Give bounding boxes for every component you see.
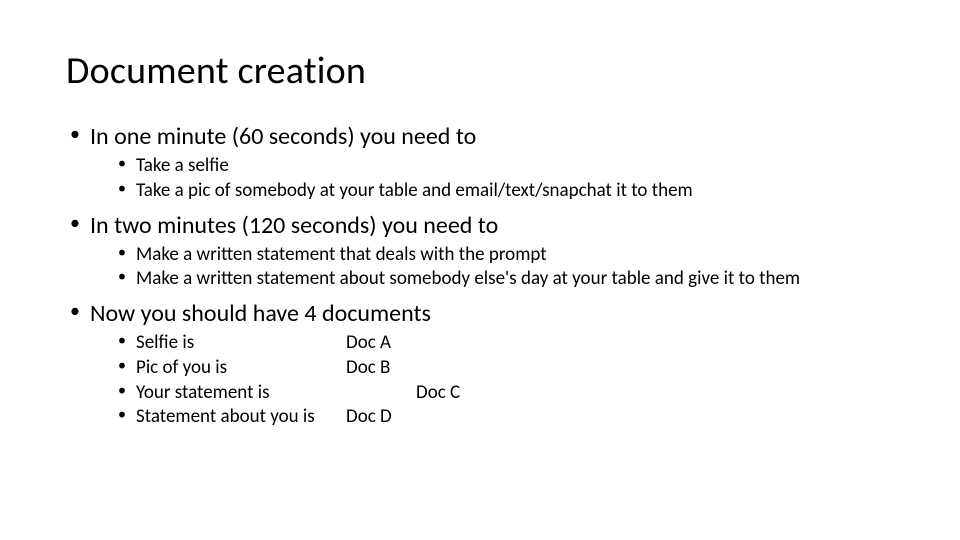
sub-bullet: Take a selfie: [118, 154, 894, 178]
doc-value: Doc C: [346, 381, 894, 405]
doc-row-a: Selfie is Doc A: [118, 331, 894, 355]
bullet-list-level1: In one minute (60 seconds) you need to T…: [66, 122, 894, 429]
bullet-text: Now you should have 4 documents: [90, 299, 431, 328]
doc-row-b: Pic of you is Doc B: [118, 356, 894, 380]
sub-bullet: Take a pic of somebody at your table and…: [118, 179, 894, 203]
bullet-one-minute: In one minute (60 seconds) you need to T…: [66, 122, 894, 203]
bullet-two-minutes: In two minutes (120 seconds) you need to…: [66, 211, 894, 292]
doc-label: Pic of you is: [136, 356, 346, 380]
bullet-text: In two minutes (120 seconds) you need to: [90, 211, 498, 240]
sub-bullet: Make a written statement about somebody …: [118, 267, 894, 291]
doc-value: Doc D: [346, 405, 894, 429]
sub-bullet: Make a written statement that deals with…: [118, 243, 894, 267]
bullet-sublist: Make a written statement that deals with…: [90, 243, 894, 292]
doc-value: Doc A: [346, 331, 894, 355]
doc-label: Your statement is: [136, 381, 346, 405]
bullet-sublist-docs: Selfie is Doc A Pic of you is Doc B Your…: [90, 331, 894, 429]
bullet-text: In one minute (60 seconds) you need to: [90, 122, 476, 151]
doc-value: Doc B: [346, 356, 894, 380]
slide: Document creation In one minute (60 seco…: [0, 0, 960, 540]
bullet-four-documents: Now you should have 4 documents Selfie i…: [66, 299, 894, 429]
doc-label: Selfie is: [136, 331, 346, 355]
slide-title: Document creation: [66, 48, 894, 94]
bullet-sublist: Take a selfie Take a pic of somebody at …: [90, 154, 894, 203]
doc-label: Statement about you is: [136, 405, 346, 429]
doc-row-c: Your statement is Doc C: [118, 381, 894, 405]
doc-row-d: Statement about you is Doc D: [118, 405, 894, 429]
